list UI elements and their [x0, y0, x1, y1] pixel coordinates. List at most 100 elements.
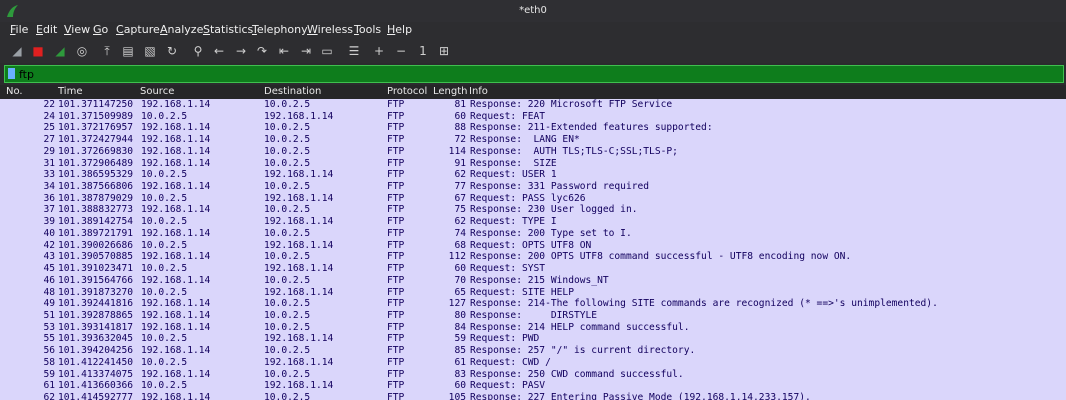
packet-no: 24	[43, 110, 55, 122]
packet-destination: 10.0.2.5	[264, 274, 311, 286]
packet-row[interactable]: 45 101.391023471 10.0.2.5 192.168.1.14 FTP 60…	[0, 263, 1066, 275]
open-file-icon[interactable]: ⤒	[98, 42, 116, 60]
packet-row[interactable]: 27 101.372427944 192.168.1.14 10.0.2.5 FTP 72…	[0, 134, 1066, 146]
menu-go[interactable]: Go	[93, 23, 108, 36]
go-to-packet-icon[interactable]: ↷	[253, 42, 271, 60]
restart-capture-icon[interactable]: ◢	[51, 42, 69, 60]
display-filter-input[interactable]	[19, 66, 1049, 82]
filter-bookmark-icon[interactable]	[8, 68, 15, 79]
packet-info: Request: USER 1	[470, 169, 557, 181]
packet-info: Request: PWD	[470, 333, 540, 345]
last-packet-icon[interactable]: ⇥	[297, 42, 315, 60]
menu-statistics[interactable]: Statistics	[203, 23, 253, 36]
stop-capture-icon[interactable]: ■	[29, 42, 47, 60]
packet-row[interactable]: 49 101.392441816 192.168.1.14 10.0.2.5 FTP 12…	[0, 298, 1066, 310]
packet-row[interactable]: 53 101.393141817 192.168.1.14 10.0.2.5 FTP 84…	[0, 322, 1066, 334]
reload-file-icon[interactable]: ↻	[163, 42, 181, 60]
menu-edit[interactable]: Edit	[36, 23, 57, 36]
column-header-no[interactable]: No.	[6, 86, 23, 97]
zoom-out-icon[interactable]: −	[392, 42, 410, 60]
normal-size-icon[interactable]: 1	[414, 42, 432, 60]
column-header-time[interactable]: Time	[58, 86, 82, 97]
close-file-icon[interactable]: ▧	[141, 42, 159, 60]
save-file-icon[interactable]: ▤	[119, 42, 137, 60]
menu-capture[interactable]: Capture	[116, 23, 160, 36]
resize-columns-icon[interactable]: ⊞	[435, 42, 453, 60]
packet-time: 101.413374075	[58, 368, 134, 380]
packet-row[interactable]: 33 101.386595329 10.0.2.5 192.168.1.14 FTP 62…	[0, 169, 1066, 181]
menu-help[interactable]: Help	[387, 23, 412, 36]
packet-row[interactable]: 51 101.392878865 192.168.1.14 10.0.2.5 FTP 80…	[0, 310, 1066, 322]
packet-row[interactable]: 48 101.391873270 10.0.2.5 192.168.1.14 FTP 65…	[0, 287, 1066, 299]
packet-row[interactable]: 61 101.413660366 10.0.2.5 192.168.1.14 FTP 60…	[0, 380, 1066, 392]
packet-row[interactable]: 36 101.387879029 10.0.2.5 192.168.1.14 FTP 67…	[0, 193, 1066, 205]
packet-row[interactable]: 34 101.387566806 192.168.1.14 10.0.2.5 FTP 77…	[0, 181, 1066, 193]
packet-row[interactable]: 37 101.388832773 192.168.1.14 10.0.2.5 FTP 75…	[0, 204, 1066, 216]
packet-no: 56	[43, 345, 55, 357]
column-header-destination[interactable]: Destination	[264, 86, 321, 97]
packet-row[interactable]: 43 101.390570885 192.168.1.14 10.0.2.5 FTP 11…	[0, 251, 1066, 263]
capture-options-icon[interactable]: ◎	[73, 42, 91, 60]
go-back-icon[interactable]: ←	[210, 42, 228, 60]
packet-protocol: FTP	[387, 157, 405, 169]
packet-protocol: FTP	[387, 368, 405, 380]
packet-info: Response: 331 Password required	[470, 181, 650, 193]
packet-info: Request: SYST	[470, 263, 546, 275]
packet-row[interactable]: 56 101.394204256 192.168.1.14 10.0.2.5 FTP 85…	[0, 345, 1066, 357]
packet-destination: 10.0.2.5	[264, 99, 311, 110]
packet-time: 101.392878865	[58, 309, 134, 321]
packet-row[interactable]: 24 101.371509989 10.0.2.5 192.168.1.14 FTP 60…	[0, 111, 1066, 123]
packet-protocol: FTP	[387, 321, 405, 333]
menu-wireless[interactable]: Wireless	[307, 23, 353, 36]
packet-destination: 10.0.2.5	[264, 122, 311, 134]
packet-length: 62	[454, 169, 466, 181]
packet-row[interactable]: 62 101.414592777 192.168.1.14 10.0.2.5 FTP 10…	[0, 392, 1066, 400]
colorize-icon[interactable]: ☰	[345, 42, 363, 60]
packet-no: 27	[43, 134, 55, 146]
packet-source: 10.0.2.5	[141, 356, 188, 368]
packet-time: 101.412241450	[58, 356, 134, 368]
menu-tools[interactable]: Tools	[354, 23, 381, 36]
packet-row[interactable]: 31 101.372906489 192.168.1.14 10.0.2.5 FTP 91…	[0, 158, 1066, 170]
shark-fin-icon[interactable]: ◢	[8, 42, 26, 60]
auto-scroll-icon[interactable]: ▭	[318, 42, 336, 60]
packet-row[interactable]: 55 101.393632045 10.0.2.5 192.168.1.14 FTP 59…	[0, 333, 1066, 345]
packet-destination: 10.0.2.5	[264, 368, 311, 380]
packet-info: Response: 220 Microsoft FTP Service	[470, 99, 673, 110]
packet-row[interactable]: 46 101.391564766 192.168.1.14 10.0.2.5 FTP 70…	[0, 275, 1066, 287]
column-header-info[interactable]: Info	[469, 86, 488, 97]
packet-source: 192.168.1.14	[141, 134, 211, 146]
menu-analyze[interactable]: Analyze	[160, 23, 203, 36]
packet-row[interactable]: 39 101.389142754 10.0.2.5 192.168.1.14 FTP 62…	[0, 216, 1066, 228]
menu-file[interactable]: File	[10, 23, 28, 36]
column-header-length[interactable]: Length	[433, 86, 468, 97]
packet-info: Request: PASS lyc626	[470, 192, 586, 204]
packet-info: Response: AUTH TLS;TLS-C;SSL;TLS-P;	[470, 145, 678, 157]
packet-row[interactable]: 42 101.390026686 10.0.2.5 192.168.1.14 FTP 68…	[0, 240, 1066, 252]
packet-list[interactable]: 22 101.371147250 192.168.1.14 10.0.2.5 FTP 81…	[0, 99, 1066, 400]
column-header-source[interactable]: Source	[140, 86, 174, 97]
packet-row[interactable]: 25 101.372176957 192.168.1.14 10.0.2.5 FTP 88…	[0, 122, 1066, 134]
zoom-in-icon[interactable]: +	[370, 42, 388, 60]
menu-view[interactable]: View	[64, 23, 90, 36]
find-packet-icon[interactable]: ⚲	[189, 42, 207, 60]
menu-telephony[interactable]: Telephony	[252, 23, 308, 36]
packet-source: 10.0.2.5	[141, 192, 188, 204]
packet-row[interactable]: 59 101.413374075 192.168.1.14 10.0.2.5 FTP 83…	[0, 369, 1066, 381]
go-forward-icon[interactable]: →	[232, 42, 250, 60]
first-packet-icon[interactable]: ⇤	[275, 42, 293, 60]
packet-row[interactable]: 58 101.412241450 10.0.2.5 192.168.1.14 FTP 61…	[0, 357, 1066, 369]
packet-length: 65	[454, 286, 466, 298]
packet-time: 101.388832773	[58, 204, 134, 216]
packet-destination: 192.168.1.14	[264, 333, 334, 345]
packet-row[interactable]: 29 101.372669830 192.168.1.14 10.0.2.5 FTP 11…	[0, 146, 1066, 158]
packet-length: 72	[454, 134, 466, 146]
packet-destination: 192.168.1.14	[264, 263, 334, 275]
packet-destination: 10.0.2.5	[264, 345, 311, 357]
packet-time: 101.386595329	[58, 169, 134, 181]
packet-row[interactable]: 40 101.389721791 192.168.1.14 10.0.2.5 FTP 74…	[0, 228, 1066, 240]
packet-no: 58	[43, 356, 55, 368]
column-header-protocol[interactable]: Protocol	[387, 86, 427, 97]
packet-no: 42	[43, 239, 55, 251]
packet-row[interactable]: 22 101.371147250 192.168.1.14 10.0.2.5 FTP 81…	[0, 99, 1066, 111]
